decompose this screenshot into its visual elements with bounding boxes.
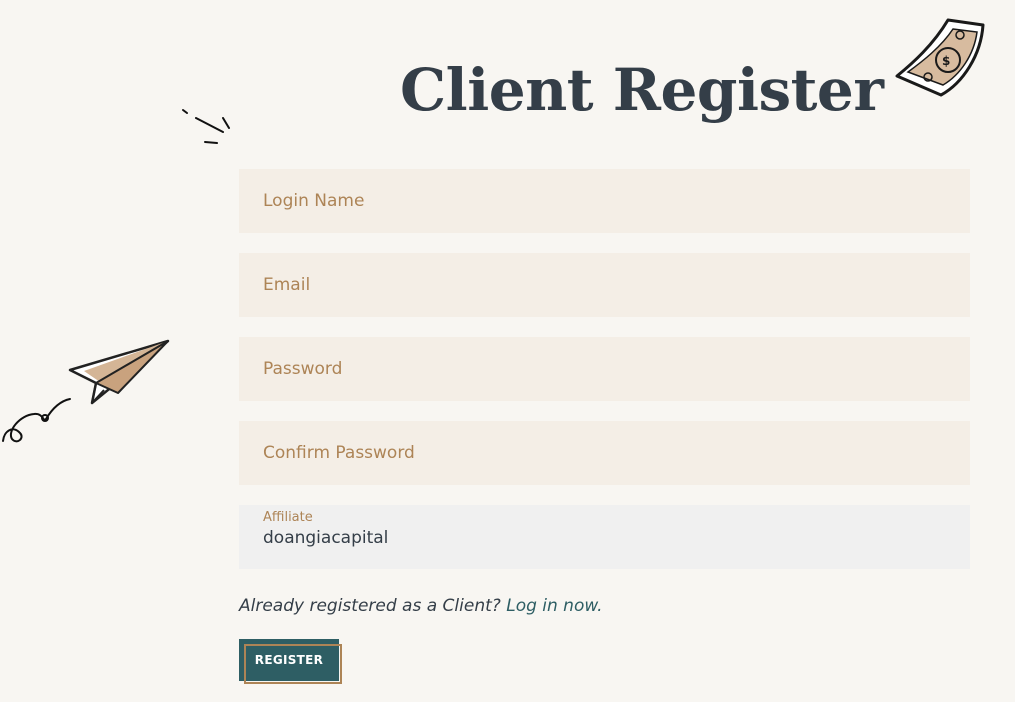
login-prompt-text: Already registered as a Client? — [239, 596, 501, 616]
page-title: Client Register — [400, 56, 884, 124]
register-form: Affiliate doangiacapital — [239, 169, 970, 589]
svg-text:$: $ — [942, 54, 950, 68]
login-link[interactable]: Log in now. — [506, 596, 602, 616]
paper-plane-icon — [2, 339, 170, 443]
login-name-field — [239, 169, 970, 233]
password-input[interactable] — [239, 337, 970, 401]
password-field — [239, 337, 970, 401]
affiliate-field: Affiliate doangiacapital — [239, 505, 970, 569]
confirm-password-field — [239, 421, 970, 485]
email-input[interactable] — [239, 253, 970, 317]
affiliate-label: Affiliate — [263, 510, 313, 525]
affiliate-value: doangiacapital — [263, 528, 389, 548]
login-name-input[interactable] — [239, 169, 970, 233]
confirm-password-input[interactable] — [239, 421, 970, 485]
register-button[interactable]: REGISTER — [239, 639, 339, 681]
dollar-bill-icon: $ — [895, 18, 985, 97]
email-field — [239, 253, 970, 317]
sparkle-lines-icon — [182, 109, 230, 144]
login-prompt: Already registered as a Client? Log in n… — [239, 596, 603, 616]
